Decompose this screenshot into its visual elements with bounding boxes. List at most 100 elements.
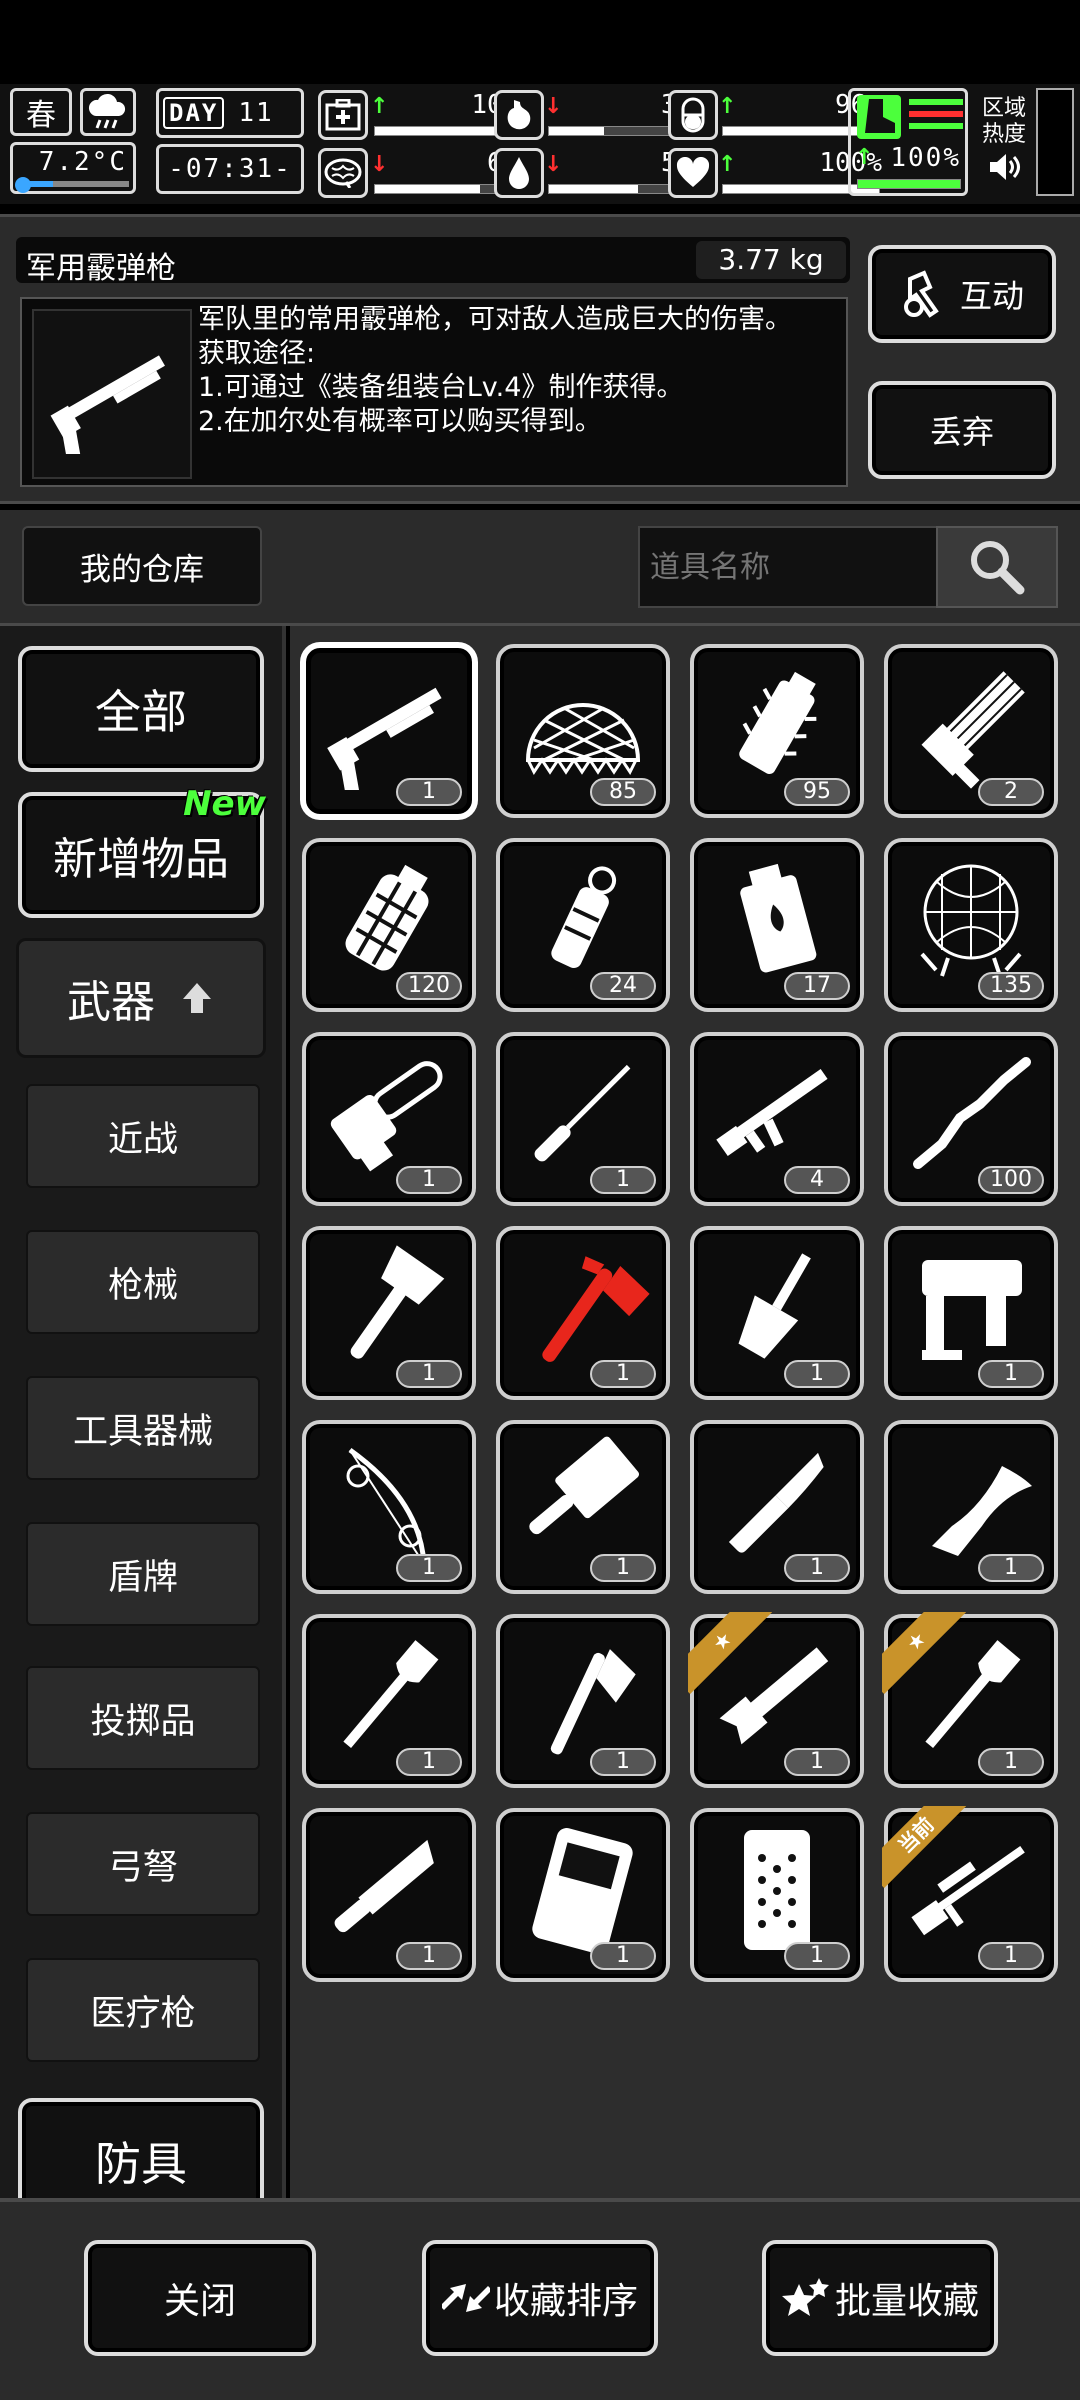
item-slot-stun-grenade[interactable]: 24 (496, 838, 670, 1012)
item-count: 1 (396, 778, 462, 806)
discard-button[interactable]: 丢弃 (868, 381, 1056, 479)
interact-button[interactable]: 互动 (868, 245, 1056, 343)
category-new-items-label: 新增物品 (53, 834, 229, 885)
net-icon (525, 703, 641, 775)
item-count: 1 (978, 1942, 1044, 1970)
subcategory-bows[interactable]: 弓弩 (26, 1812, 260, 1916)
item-slot-incendiary-grenade[interactable]: 17 (690, 838, 864, 1012)
interact-label: 互动 (959, 277, 1024, 315)
item-count: 100 (978, 1166, 1044, 1194)
clock-value: -07:31- (168, 154, 292, 184)
hunger-arrow: ↓ (544, 94, 563, 119)
category-new-items[interactable]: 新增物品 New (18, 784, 266, 918)
red-fire-axe-icon (542, 1256, 650, 1362)
item-slot-compound-bow[interactable]: 1 (302, 1420, 476, 1594)
shotgun-icon (327, 687, 442, 790)
item-slot-hatchet[interactable]: 1 (302, 1226, 476, 1400)
item-slot-assault-rifle[interactable]: 4 (690, 1032, 864, 1206)
item-slot-axe[interactable]: 1 (496, 1614, 670, 1788)
zone-heat-label: 区域 热度 (982, 96, 1027, 147)
hatchet-icon (350, 1245, 445, 1359)
item-ribbon: ★ (882, 1612, 966, 1696)
item-description-box: 军队里的常用霰弹枪，可对敌人造成巨大的伤害。 获取途径: 1.可通过《装备组装台… (20, 297, 848, 487)
day-label: DAY (163, 97, 225, 129)
item-count: 1 (784, 1748, 850, 1776)
day-counter: DAY 11 (156, 88, 304, 138)
item-slot-cleaver[interactable]: 1 (496, 1420, 670, 1594)
item-slot-screwdriver[interactable]: 1 (496, 1032, 670, 1206)
subcategory-firearms[interactable]: 枪械 (26, 1230, 260, 1334)
item-slot-folding-knife[interactable]: 1 (690, 1420, 864, 1594)
category-all[interactable]: 全部 (18, 646, 264, 772)
item-slot-machete[interactable]: 1 (302, 1808, 476, 1982)
pill-icon (668, 90, 718, 140)
item-slot-riot-shield[interactable]: 1 (496, 1808, 670, 1982)
batch-favorite-button[interactable]: 批量收藏 (762, 2240, 998, 2356)
item-slot-starred-shovel[interactable]: ★ 1 (882, 1612, 1058, 1788)
subcategory-throwables[interactable]: 投掷品 (26, 1666, 260, 1770)
item-slot-shotgun[interactable]: 1 (302, 644, 476, 818)
category-weapons[interactable]: 武器 (16, 938, 266, 1058)
nail-gun-icon (922, 1260, 1022, 1360)
machete-icon (334, 1839, 434, 1933)
item-count: 2 (978, 778, 1044, 806)
subcategory-medical-gun[interactable]: 医疗枪 (26, 1958, 260, 2062)
riot-shield-icon (532, 1828, 633, 1954)
item-slot-wooden-stick[interactable]: 100 (884, 1032, 1058, 1206)
thirst-arrow: ↓ (544, 152, 563, 177)
category-armor[interactable]: 防具 (18, 2098, 264, 2198)
immunity-arrow: ↑ (718, 94, 737, 119)
search-field[interactable] (638, 526, 936, 608)
item-slot-trap-net[interactable]: 135 (884, 838, 1058, 1012)
item-slot-spike-grenade[interactable]: 95 (690, 644, 864, 818)
item-count: 1 (396, 1360, 462, 1388)
search-icon (971, 541, 1025, 595)
brain-icon (318, 148, 368, 198)
item-slot-shovel[interactable]: 1 (302, 1614, 476, 1788)
status-hud: 春 7.2°C DAY 11 -07:31- ↑ 100% ↓ 35% (0, 84, 1080, 204)
spike-grenade-icon (739, 671, 817, 775)
subcategory-tools[interactable]: 工具器械 (26, 1376, 260, 1480)
game-clock: -07:31- (156, 144, 304, 194)
item-description: 军队里的常用霰弹枪，可对敌人造成巨大的伤害。 获取途径: 1.可通过《装备组装台… (198, 304, 792, 437)
day-number: 11 (238, 98, 274, 128)
sort-favorites-button[interactable]: 收藏排序 (422, 2240, 658, 2356)
subcategory-melee[interactable]: 近战 (26, 1084, 260, 1188)
stamina-value: 100% (890, 143, 961, 173)
shotgun-icon (50, 355, 165, 454)
category-sidebar[interactable]: 全部 新增物品 New 武器 近战 枪械 工具器械 盾牌 投掷品 弓弩 医疗枪 … (0, 626, 286, 2198)
item-count: 1 (590, 1166, 656, 1194)
batch-favorite-label: 批量收藏 (834, 2281, 979, 2322)
item-slot-red-fire-axe[interactable]: 1 (496, 1226, 670, 1400)
close-button[interactable]: 关闭 (84, 2240, 316, 2356)
item-name: 军用霰弹枪 (26, 251, 176, 286)
discard-label: 丢弃 (929, 413, 994, 451)
item-slot-sniper-rifle[interactable]: 当前 1 (882, 1806, 1058, 1982)
item-count: 4 (784, 1166, 850, 1194)
temperature-value: 7.2°C (38, 147, 127, 177)
item-count: 1 (590, 1360, 656, 1388)
temperature-gauge (15, 177, 131, 193)
item-slot-wrench-blade[interactable]: ★ 1 (688, 1612, 864, 1788)
item-count: 1 (978, 1748, 1044, 1776)
item-slot-studded-shield[interactable]: 1 (690, 1808, 864, 1982)
item-count: 1 (784, 1554, 850, 1582)
search-button[interactable] (936, 526, 1058, 608)
item-ribbon: ★ (688, 1612, 772, 1696)
item-count: 17 (784, 972, 850, 1000)
subcategory-shields[interactable]: 盾牌 (26, 1522, 260, 1626)
speaker-icon[interactable] (988, 152, 1022, 186)
close-label: 关闭 (163, 2281, 236, 2322)
item-slot-net[interactable]: 85 (496, 644, 670, 818)
subcategory-medical-gun-label: 医疗枪 (90, 1993, 196, 2034)
item-slot-trowel[interactable]: 1 (690, 1226, 864, 1400)
search-input[interactable] (640, 528, 936, 606)
temperature-readout: 7.2°C (10, 142, 136, 194)
item-slot-chainsaw[interactable]: 1 (302, 1032, 476, 1206)
item-count: 120 (396, 972, 462, 1000)
item-slot-kukri[interactable]: 1 (884, 1420, 1058, 1594)
item-slot-nail-gun[interactable]: 1 (884, 1226, 1058, 1400)
item-slot-frag-grenade[interactable]: 120 (302, 838, 476, 1012)
item-slot-minigun[interactable]: 2 (884, 644, 1058, 818)
item-ribbon-label: ★ (688, 1612, 772, 1695)
